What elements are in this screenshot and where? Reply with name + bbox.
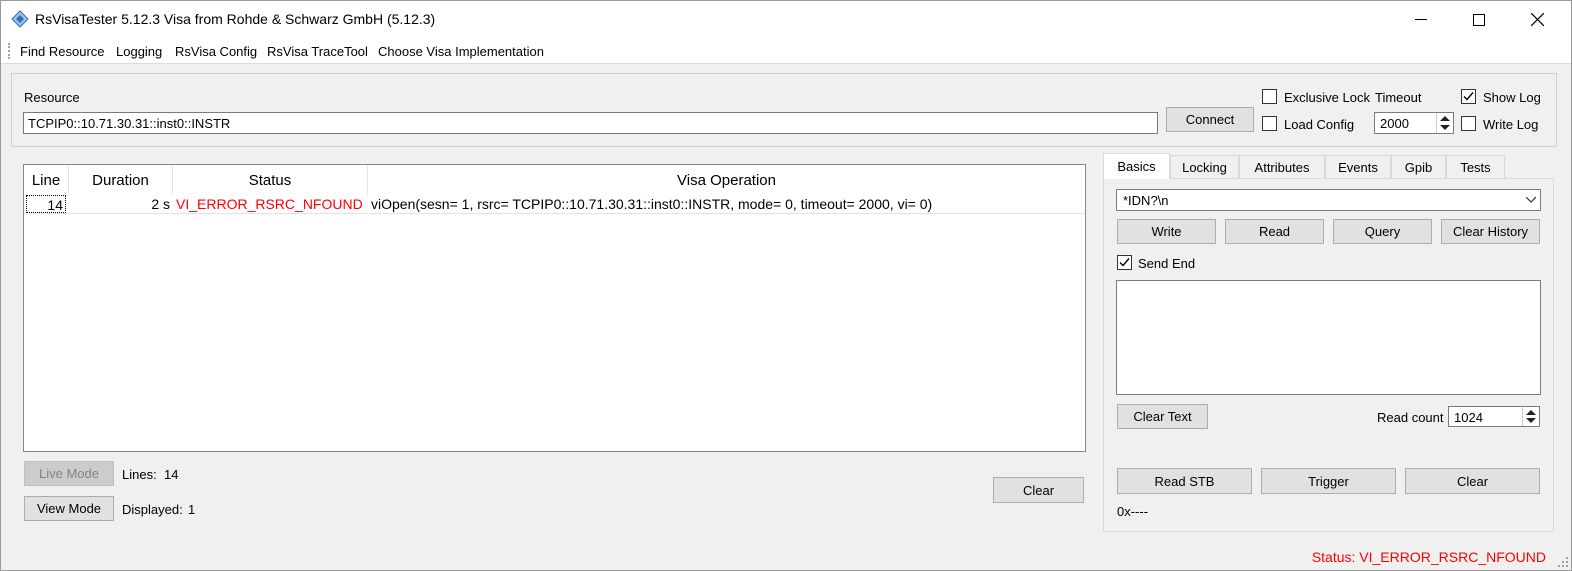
write-button[interactable]: Write — [1117, 219, 1216, 244]
clear-history-button[interactable]: Clear History — [1441, 219, 1540, 244]
tab-attributes[interactable]: Attributes — [1239, 155, 1325, 178]
menu-rsvisa-tracetool[interactable]: RsVisa TraceTool — [267, 44, 368, 59]
exclusive-lock-label: Exclusive Lock — [1284, 90, 1370, 105]
maximize-button[interactable] — [1450, 1, 1508, 38]
menu-grip-icon — [8, 43, 12, 59]
row-operation-cell: viOpen(sesn= 1, rsrc= TCPIP0::10.71.30.3… — [371, 196, 933, 212]
tab-gpib[interactable]: Gpib — [1391, 155, 1446, 178]
command-value: *IDN?\n — [1123, 193, 1169, 208]
tab-locking[interactable]: Locking — [1170, 155, 1239, 178]
timeout-spinner[interactable]: 2000 — [1374, 112, 1454, 134]
spinner-arrows-icon[interactable] — [1436, 113, 1453, 133]
lines-label: Lines: — [122, 467, 157, 482]
trigger-button[interactable]: Trigger — [1261, 468, 1396, 494]
close-icon — [1530, 13, 1544, 26]
checkmark-icon — [1119, 258, 1130, 267]
minimize-icon — [1415, 18, 1427, 20]
response-textarea[interactable] — [1116, 280, 1541, 395]
clear-log-button[interactable]: Clear — [993, 477, 1084, 503]
exclusive-lock-checkbox[interactable] — [1262, 89, 1277, 104]
resource-input[interactable]: TCPIP0::10.71.30.31::inst0::INSTR — [23, 112, 1158, 134]
write-log-checkbox[interactable] — [1461, 116, 1476, 131]
app-logo-icon — [11, 10, 29, 28]
load-config-label: Load Config — [1284, 117, 1355, 132]
show-log-checkbox[interactable] — [1461, 89, 1476, 104]
menu-choose-visa-implementation[interactable]: Choose Visa Implementation — [378, 44, 544, 59]
stb-value: 0x---- — [1117, 504, 1149, 519]
tab-basics[interactable]: Basics — [1103, 153, 1170, 179]
live-mode-button[interactable]: Live Mode — [24, 461, 114, 486]
query-button[interactable]: Query — [1333, 219, 1432, 244]
status-text: Status: VI_ERROR_RSRC_NFOUND — [1311, 549, 1546, 565]
timeout-value: 2000 — [1380, 116, 1409, 131]
tab-tests[interactable]: Tests — [1446, 155, 1505, 178]
timeout-label: Timeout — [1375, 90, 1422, 105]
resize-grip-icon[interactable] — [1558, 557, 1568, 567]
table-row[interactable]: 14 — [26, 195, 66, 213]
displayed-label: Displayed: — [122, 502, 183, 517]
send-end-label: Send End — [1138, 256, 1196, 271]
minimize-button[interactable] — [1392, 1, 1450, 38]
menu-rsvisa-config[interactable]: RsVisa Config — [175, 44, 257, 59]
lines-value: 14 — [164, 467, 179, 482]
read-count-value: 1024 — [1454, 410, 1483, 425]
read-button[interactable]: Read — [1225, 219, 1324, 244]
column-header-visa-operation[interactable]: Visa Operation — [368, 165, 1085, 195]
maximize-icon — [1473, 13, 1485, 26]
command-combobox[interactable]: *IDN?\n — [1116, 189, 1541, 211]
read-stb-button[interactable]: Read STB — [1117, 468, 1252, 494]
row-divider — [24, 213, 1085, 214]
menu-logging[interactable]: Logging — [116, 44, 162, 59]
title-bar: RsVisaTester 5.12.3 Visa from Rohde & Sc… — [1, 1, 1571, 38]
log-table[interactable]: Line Duration Status Visa Operation 14 2… — [23, 164, 1086, 452]
checkmark-icon — [1463, 92, 1474, 101]
read-count-label: Read count — [1377, 410, 1444, 425]
load-config-checkbox[interactable] — [1262, 116, 1277, 131]
resource-group — [11, 73, 1557, 147]
chevron-down-icon[interactable] — [1526, 197, 1536, 203]
resource-label: Resource — [24, 90, 80, 105]
column-header-status[interactable]: Status — [173, 165, 368, 195]
resource-input-value: TCPIP0::10.71.30.31::inst0::INSTR — [28, 116, 231, 131]
column-header-duration[interactable]: Duration — [69, 165, 173, 195]
column-header-line[interactable]: Line — [24, 165, 69, 195]
read-count-spinner[interactable]: 1024 — [1448, 406, 1540, 427]
view-mode-button[interactable]: View Mode — [24, 496, 114, 521]
connect-button[interactable]: Connect — [1166, 107, 1254, 132]
close-button[interactable] — [1508, 1, 1566, 38]
row-status-cell: VI_ERROR_RSRC_NFOUND — [176, 196, 363, 212]
tab-events[interactable]: Events — [1325, 155, 1391, 178]
send-end-checkbox[interactable] — [1117, 255, 1132, 270]
displayed-value: 1 — [188, 502, 196, 517]
write-log-label: Write Log — [1483, 117, 1539, 132]
clear-text-button[interactable]: Clear Text — [1117, 404, 1208, 429]
show-log-label: Show Log — [1483, 90, 1541, 105]
menu-find-resource[interactable]: Find Resource — [20, 44, 105, 59]
row-line-cell: 14 — [47, 197, 63, 213]
window-title: RsVisaTester 5.12.3 Visa from Rohde & Sc… — [35, 11, 436, 27]
spinner-arrows-icon[interactable] — [1522, 407, 1539, 426]
row-duration-cell: 2 s — [151, 196, 170, 212]
menu-bar: Find Resource Logging RsVisa Config RsVi… — [1, 38, 1571, 64]
clear-device-button[interactable]: Clear — [1405, 468, 1540, 494]
